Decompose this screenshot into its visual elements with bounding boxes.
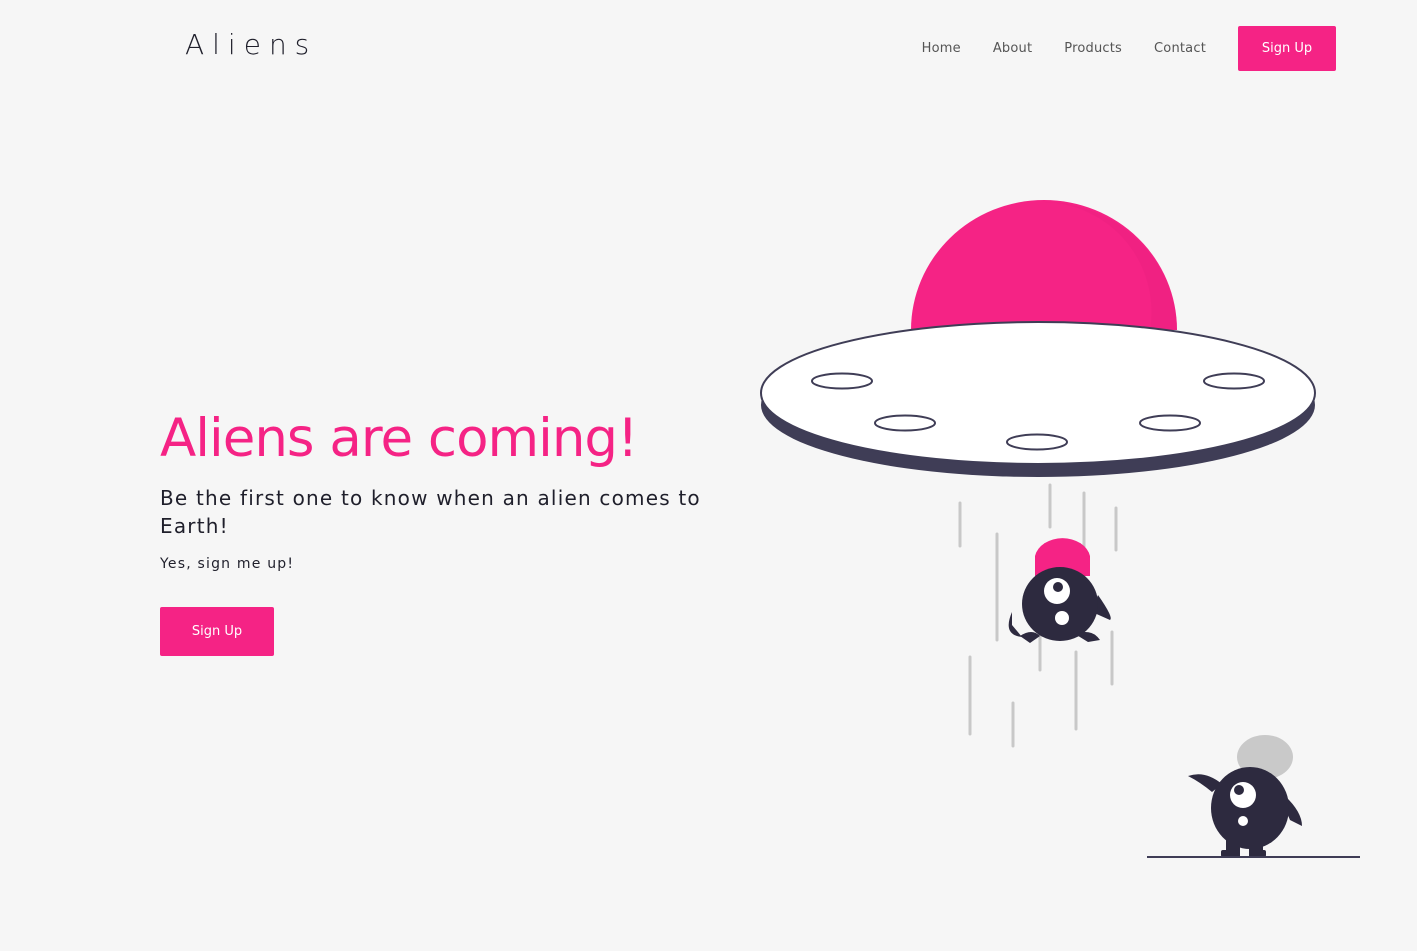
nav-products-link[interactable]: Products [1064, 41, 1122, 56]
ufo-saucer [760, 321, 1316, 465]
nav-contact-link[interactable]: Contact [1154, 41, 1206, 56]
ufo-illustration [760, 200, 1360, 858]
nav-about-link[interactable]: About [993, 41, 1032, 56]
ufo-dome [911, 200, 1177, 330]
main-nav: Home About Products Contact Sign Up [922, 26, 1336, 71]
hero-signup-button[interactable]: Sign Up [160, 607, 274, 656]
hero-title: Aliens are coming! [160, 408, 638, 469]
hero-subtitle: Be the first one to know when an alien c… [160, 486, 701, 538]
nav-home-link[interactable]: Home [922, 41, 961, 56]
floating-alien [1008, 538, 1111, 643]
standing-alien [1188, 735, 1302, 857]
site-logo[interactable]: Aliens [185, 28, 317, 61]
nav-signup-button[interactable]: Sign Up [1238, 26, 1336, 71]
hero-note: Yes, sign me up! [160, 556, 295, 572]
